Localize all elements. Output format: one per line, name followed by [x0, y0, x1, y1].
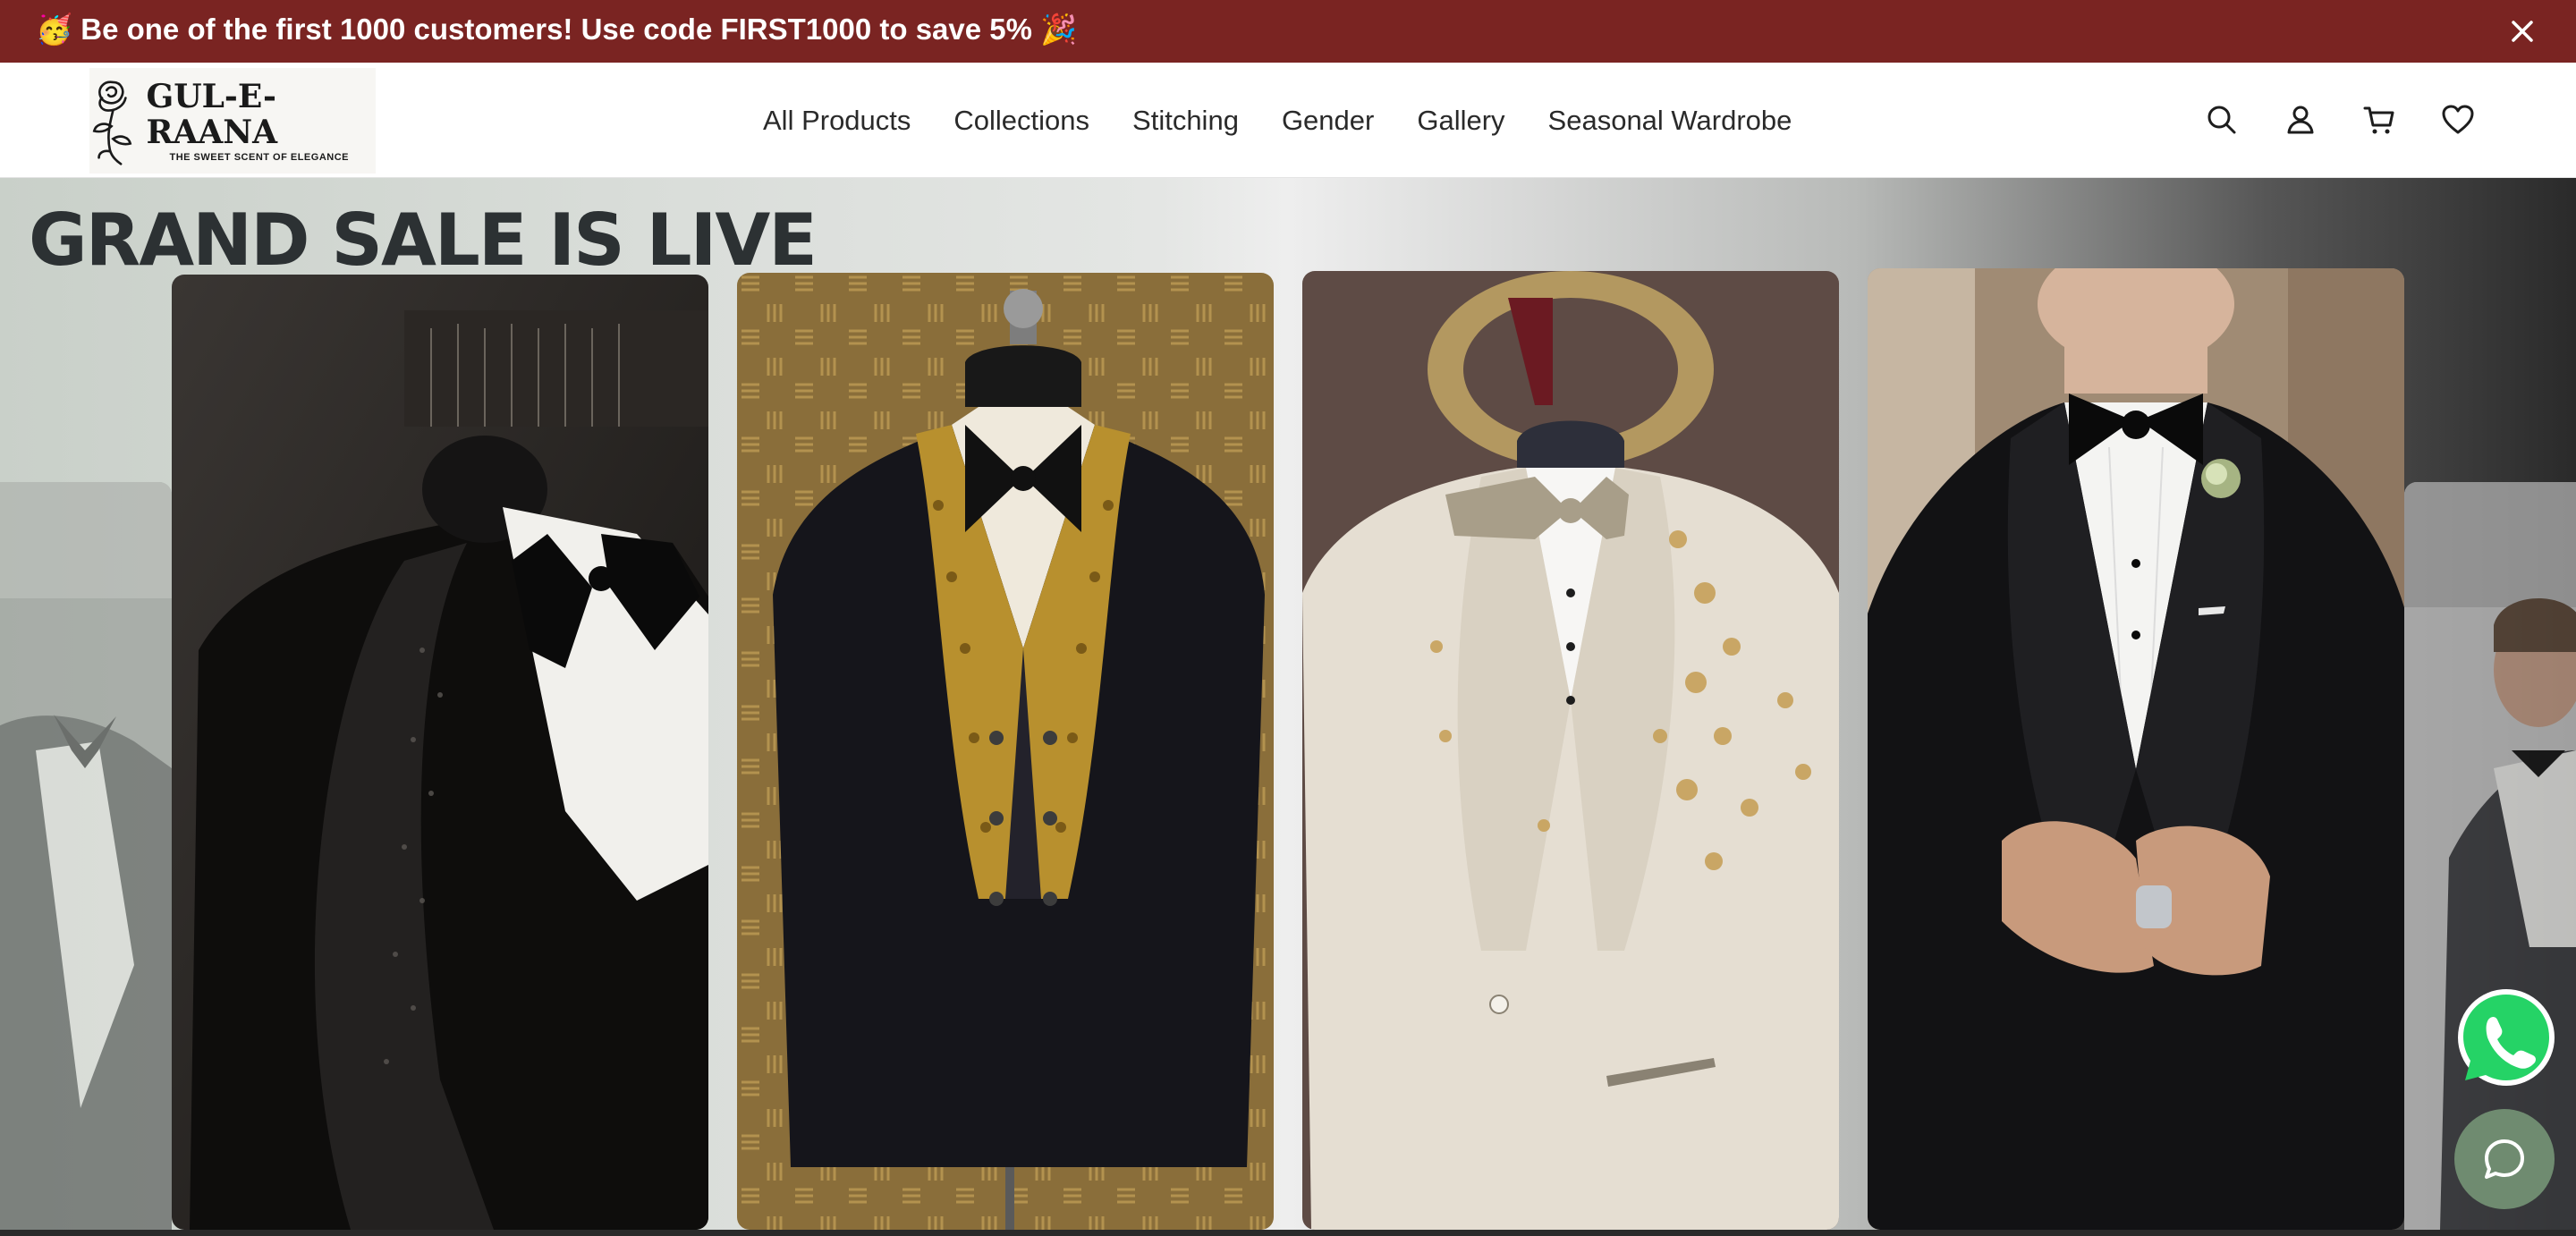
- search-icon[interactable]: [2204, 102, 2240, 138]
- nav-item-gender[interactable]: Gender: [1282, 105, 1374, 137]
- whatsapp-icon[interactable]: [2454, 987, 2576, 1090]
- announcement-bar: 🥳 Be one of the first 1000 customers! Us…: [0, 0, 2576, 63]
- hero-title: GRAND SALE IS LIVE: [29, 199, 818, 282]
- cart-icon[interactable]: [2361, 102, 2397, 138]
- nav-item-all-products[interactable]: All Products: [763, 105, 911, 137]
- wishlist-heart-icon[interactable]: [2440, 102, 2476, 138]
- brand-wordmark: GUL-E-RAANA THE SWEET SCENT OF ELEGANCE: [146, 79, 376, 163]
- hero-banner: GRAND SALE IS LIVE: [0, 178, 2576, 1230]
- brand-tagline: THE SWEET SCENT OF ELEGANCE: [169, 152, 349, 163]
- brand-name: GUL-E-RAANA: [146, 78, 278, 151]
- slide-card-4[interactable]: [1868, 268, 2404, 1230]
- slide-image-black-tuxedo-boutonniere: [1868, 268, 2404, 1230]
- header-icon-group: [2200, 63, 2487, 178]
- bottom-edge: [0, 1230, 2576, 1236]
- main-navigation: All Products Collections Stitching Gende…: [763, 63, 1835, 178]
- nav-item-collections[interactable]: Collections: [953, 105, 1089, 137]
- nav-item-seasonal-wardrobe[interactable]: Seasonal Wardrobe: [1548, 105, 1792, 137]
- chat-icon: [2485, 1139, 2524, 1179]
- slide-image-black-embellished-tuxedo: [172, 275, 708, 1230]
- account-icon[interactable]: [2283, 102, 2318, 138]
- announcement-text: 🥳 Be one of the first 1000 customers! Us…: [36, 13, 1078, 46]
- brand-logo[interactable]: GUL-E-RAANA THE SWEET SCENT OF ELEGANCE: [89, 68, 376, 174]
- slide-image-velvet-sherwani: [737, 273, 1274, 1230]
- close-icon[interactable]: [2504, 13, 2540, 49]
- slide-card-3[interactable]: [1302, 271, 1839, 1230]
- slide-image-ivory-embroidered-suit: [1302, 271, 1839, 1230]
- slide-card-1[interactable]: [172, 275, 708, 1230]
- slide-card-prev[interactable]: [0, 482, 172, 1230]
- rose-icon: [92, 80, 132, 165]
- site-header: GUL-E-RAANA THE SWEET SCENT OF ELEGANCE …: [0, 63, 2576, 178]
- nav-item-stitching[interactable]: Stitching: [1132, 105, 1239, 137]
- chat-button[interactable]: [2454, 1109, 2555, 1209]
- slide-card-2[interactable]: [737, 273, 1274, 1230]
- nav-item-gallery[interactable]: Gallery: [1417, 105, 1504, 137]
